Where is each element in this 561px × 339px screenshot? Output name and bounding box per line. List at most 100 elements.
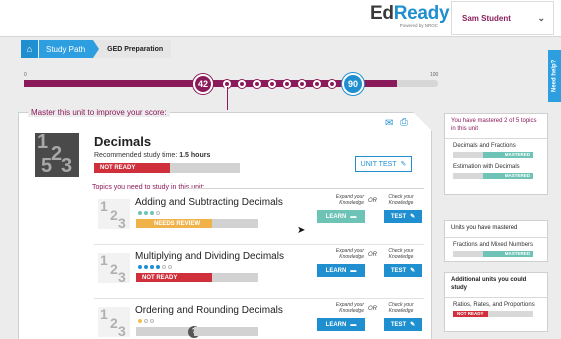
progress-step-marker[interactable] bbox=[238, 80, 246, 88]
mastered-units-header: Units you have mastered bbox=[445, 221, 547, 238]
mouse-cursor-icon: ➤ bbox=[297, 225, 306, 236]
learn-button[interactable]: LEARN ▬ bbox=[317, 264, 365, 277]
topic-row: 123 Adding and Subtracting Decimals NEED… bbox=[94, 193, 424, 245]
home-icon[interactable]: ⌂ bbox=[21, 40, 38, 58]
user-menu[interactable]: Sam Student ⌄ bbox=[451, 1, 554, 35]
range-min-label: 0 bbox=[24, 72, 27, 78]
target-score-badge: 90 bbox=[342, 73, 364, 95]
email-icon[interactable]: ✉ bbox=[385, 118, 393, 129]
expand-knowledge-label: Expand your Knowledge bbox=[335, 302, 364, 315]
topic-progress-dot bbox=[150, 211, 154, 215]
topic-status-badge: NEEDS REVIEW bbox=[136, 219, 212, 228]
unit-status-badge: NOT READY bbox=[94, 163, 170, 173]
or-label: OR bbox=[368, 306, 377, 312]
topic-row: 123 Ordering and Rounding Decimals ? Exp… bbox=[94, 301, 424, 339]
mastered-topic-item[interactable]: Estimation with Decimals MASTERED bbox=[445, 160, 547, 181]
learn-label: LEARN bbox=[325, 267, 347, 274]
topic-progress-dots bbox=[138, 319, 154, 323]
test-label: TEST bbox=[390, 321, 407, 328]
pencil-icon: ✎ bbox=[410, 214, 416, 220]
book-icon: ▬ bbox=[350, 321, 357, 328]
progress-step-marker[interactable] bbox=[253, 80, 261, 88]
learn-button[interactable]: LEARN ▬ bbox=[317, 318, 365, 331]
topic-progress-dot bbox=[150, 265, 154, 269]
mastered-status-text: MASTERED bbox=[504, 250, 530, 256]
edready-logo[interactable]: EdReady Powered by NROC bbox=[370, 3, 450, 29]
mastered-topic-bar: MASTERED bbox=[453, 151, 533, 158]
logo-text-ed: Ed bbox=[370, 3, 394, 24]
topic-thumbnail: 123 bbox=[98, 307, 130, 337]
edit-icon: ✎ bbox=[400, 161, 407, 168]
test-label: TEST bbox=[390, 267, 407, 274]
topic-title[interactable]: Ordering and Rounding Decimals bbox=[135, 305, 283, 316]
need-help-tab[interactable]: Need help? bbox=[548, 50, 561, 102]
learn-label: LEARN bbox=[325, 321, 347, 328]
mastered-unit-item[interactable]: Fractions and Mixed Numbers MASTERED bbox=[445, 238, 547, 259]
book-icon: ▬ bbox=[350, 213, 357, 220]
mastered-topic-bar: MASTERED bbox=[453, 172, 533, 179]
topic-progress-dot bbox=[144, 265, 148, 269]
panel-folded-corner bbox=[413, 112, 433, 132]
progress-step-marker[interactable] bbox=[313, 80, 321, 88]
logo-subtitle: Powered by NROC bbox=[399, 23, 438, 28]
current-score-badge: 42 bbox=[193, 74, 213, 94]
learn-button[interactable]: LEARN ▬ bbox=[317, 210, 365, 223]
test-button[interactable]: TEST ✎ bbox=[384, 264, 422, 277]
expand-knowledge-label: Expand your Knowledge bbox=[335, 194, 364, 207]
topic-progress-dot bbox=[156, 211, 160, 215]
topic-title[interactable]: Adding and Subtracting Decimals bbox=[135, 197, 283, 208]
check-knowledge-label: Check your Knowledge bbox=[388, 302, 414, 315]
mastered-topic-item[interactable]: Decimals and Fractions MASTERED bbox=[445, 139, 547, 160]
progress-step-marker[interactable] bbox=[268, 80, 276, 88]
unit-pointer-line bbox=[227, 87, 228, 110]
check-knowledge-label: Check your Knowledge bbox=[388, 248, 414, 261]
progress-step-marker[interactable] bbox=[298, 80, 306, 88]
topic-progress-dot bbox=[162, 265, 166, 269]
topic-progress-dots bbox=[138, 265, 172, 269]
user-name: Sam Student bbox=[462, 13, 511, 23]
mastered-unit-label: Fractions and Mixed Numbers bbox=[453, 241, 534, 248]
or-label: OR bbox=[368, 252, 377, 258]
additional-units-header: Additional units you could study bbox=[445, 273, 547, 298]
unit-test-button[interactable]: UNIT TEST ✎ bbox=[355, 156, 412, 172]
book-icon: ▬ bbox=[350, 267, 357, 274]
additional-unit-bar: NOT READY bbox=[453, 310, 533, 317]
mastered-status-text: MASTERED bbox=[504, 151, 530, 157]
topic-progress-dot bbox=[144, 211, 148, 215]
additional-unit-item[interactable]: Ratios, Rates, and Proportions NOT READY bbox=[445, 298, 547, 319]
topic-status-bar bbox=[194, 327, 258, 336]
topic-status-badge: NOT READY bbox=[136, 273, 212, 282]
topic-status-text: NOT READY bbox=[142, 274, 178, 281]
breadcrumb: ⌂ Study Path GED Preparation bbox=[21, 40, 172, 58]
additional-unit-label: Ratios, Rates, and Proportions bbox=[453, 301, 535, 308]
chevron-down-icon: ⌄ bbox=[537, 13, 545, 23]
topic-progress-dot bbox=[168, 265, 172, 269]
check-knowledge-label: Check your Knowledge bbox=[388, 194, 414, 207]
topic-status-bar bbox=[212, 273, 258, 282]
test-label: TEST bbox=[390, 213, 407, 220]
topic-status-badge: ? bbox=[136, 325, 200, 338]
mastered-topics-header: You have mastered 2 of 5 topics in this … bbox=[445, 114, 547, 139]
mastered-topic-label: Estimation with Decimals bbox=[453, 163, 520, 170]
print-icon[interactable]: ⎙ bbox=[400, 117, 408, 128]
logo-text-ready: Ready bbox=[393, 3, 450, 24]
breadcrumb-study-path[interactable]: Study Path bbox=[39, 40, 100, 58]
unit-panel-header: Master this unit to improve your score: bbox=[28, 108, 170, 117]
topic-row: 123 Multiplying and Dividing Decimals NO… bbox=[94, 247, 424, 299]
progress-step-marker[interactable] bbox=[283, 80, 291, 88]
range-max-label: 100 bbox=[430, 72, 439, 78]
pencil-icon: ✎ bbox=[410, 268, 416, 274]
topic-progress-dot bbox=[144, 319, 148, 323]
unit-study-time: Recommended study time: 1.5 hours bbox=[94, 152, 211, 159]
topic-title[interactable]: Multiplying and Dividing Decimals bbox=[135, 251, 284, 262]
topic-progress-dot bbox=[150, 319, 154, 323]
test-button[interactable]: TEST ✎ bbox=[384, 318, 422, 331]
unit-status-bar bbox=[170, 163, 240, 173]
pencil-icon: ✎ bbox=[410, 322, 416, 328]
mastered-unit-bar: MASTERED bbox=[453, 250, 533, 257]
topic-progress-dot bbox=[156, 265, 160, 269]
topic-thumbnail: 123 bbox=[98, 253, 130, 283]
test-button[interactable]: TEST ✎ bbox=[384, 210, 422, 223]
progress-step-marker[interactable] bbox=[328, 80, 336, 88]
expand-knowledge-label: Expand your Knowledge bbox=[335, 248, 364, 261]
